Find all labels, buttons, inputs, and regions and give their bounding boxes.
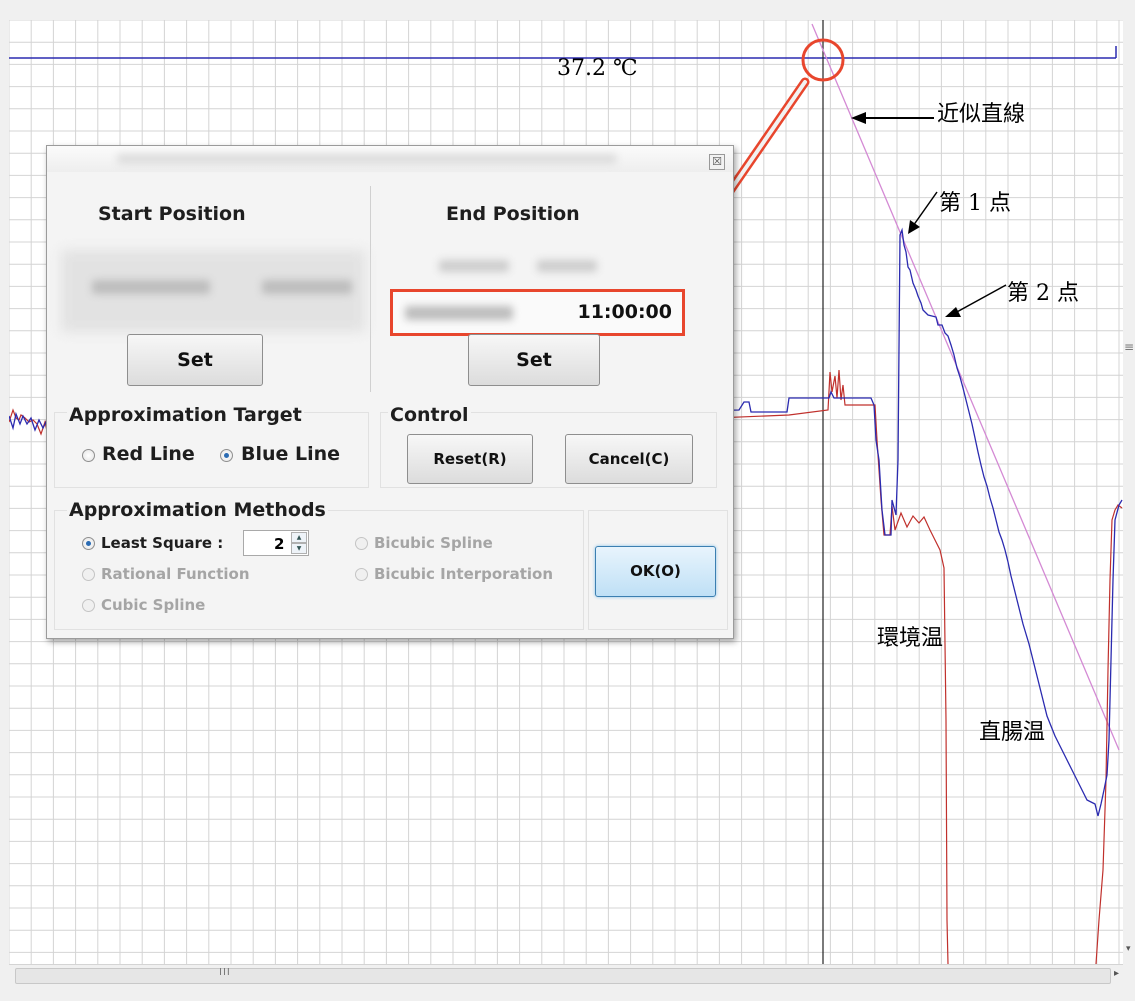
bicubic-spline-option: Bicubic Spline (374, 534, 493, 552)
approximation-dialog: ☒ Start Position Set End Position 11:00:… (46, 145, 734, 639)
reset-button[interactable]: Reset(R) (407, 434, 533, 484)
rational-function-option: Rational Function (101, 565, 250, 583)
degree-stepper[interactable]: 2 ▲ ▼ (243, 530, 309, 556)
point2-label: 第 2 点 (1007, 281, 1079, 306)
stepper-up-icon[interactable]: ▲ (291, 532, 307, 543)
red-line-option[interactable]: Red Line (102, 443, 195, 465)
bicubic-interporation-option: Bicubic Interporation (374, 565, 553, 583)
approx-target-title: Approximation Target (67, 404, 304, 426)
approx-methods-title: Approximation Methods (67, 499, 328, 521)
approx-line-label: 近似直線 (937, 102, 1026, 127)
vertical-scrollbar-grip[interactable]: ≡ (1124, 340, 1134, 354)
cancel-button[interactable]: Cancel(C) (565, 434, 693, 484)
cubic-spline-radio (82, 599, 95, 612)
least-square-radio[interactable] (82, 537, 95, 550)
end-position-value-box[interactable]: 11:00:00 (390, 289, 685, 336)
stepper-down-icon[interactable]: ▼ (291, 543, 307, 554)
rectal-temp-label: 直腸温 (979, 720, 1046, 745)
dialog-titlebar[interactable] (47, 146, 733, 172)
position-divider (370, 186, 371, 392)
temperature-label: 37.2 ℃ (557, 56, 638, 81)
scrollbar-thumb[interactable] (15, 968, 1111, 984)
cubic-spline-option: Cubic Spline (101, 596, 206, 614)
start-time-blurred (262, 280, 352, 294)
start-set-button[interactable]: Set (127, 334, 263, 386)
degree-value[interactable]: 2 (274, 535, 284, 553)
horizontal-scrollbar[interactable]: III ▸ (9, 964, 1123, 985)
end-position-time: 11:00:00 (577, 301, 672, 323)
bicubic-interporation-radio (355, 568, 368, 581)
close-icon[interactable]: ☒ (709, 154, 725, 170)
start-position-title: Start Position (98, 203, 246, 225)
point1-label: 第 1 点 (939, 191, 1011, 216)
point1-pointer-head (908, 220, 920, 234)
end-coord-x-blurred (439, 260, 509, 272)
ok-button[interactable]: OK(O) (595, 546, 716, 597)
control-title: Control (388, 404, 471, 426)
end-date-blurred (405, 306, 513, 320)
scrollbar-grip: III (219, 967, 231, 978)
dialog-title-blurred (117, 154, 617, 164)
end-set-button[interactable]: Set (468, 334, 600, 386)
blue-line-option[interactable]: Blue Line (241, 443, 340, 465)
bicubic-spline-radio (355, 537, 368, 550)
blue-line-radio[interactable] (220, 449, 233, 462)
start-date-blurred (92, 280, 210, 294)
red-line-radio[interactable] (82, 449, 95, 462)
scroll-right-arrow-icon[interactable]: ▸ (1114, 968, 1119, 979)
ambient-temp-label: 環境温 (877, 626, 944, 651)
scroll-down-arrow-icon[interactable]: ▾ (1126, 944, 1131, 954)
end-position-title: End Position (446, 203, 580, 225)
end-coord-y-blurred (537, 260, 597, 272)
rational-function-radio (82, 568, 95, 581)
least-square-option[interactable]: Least Square : (101, 534, 223, 552)
